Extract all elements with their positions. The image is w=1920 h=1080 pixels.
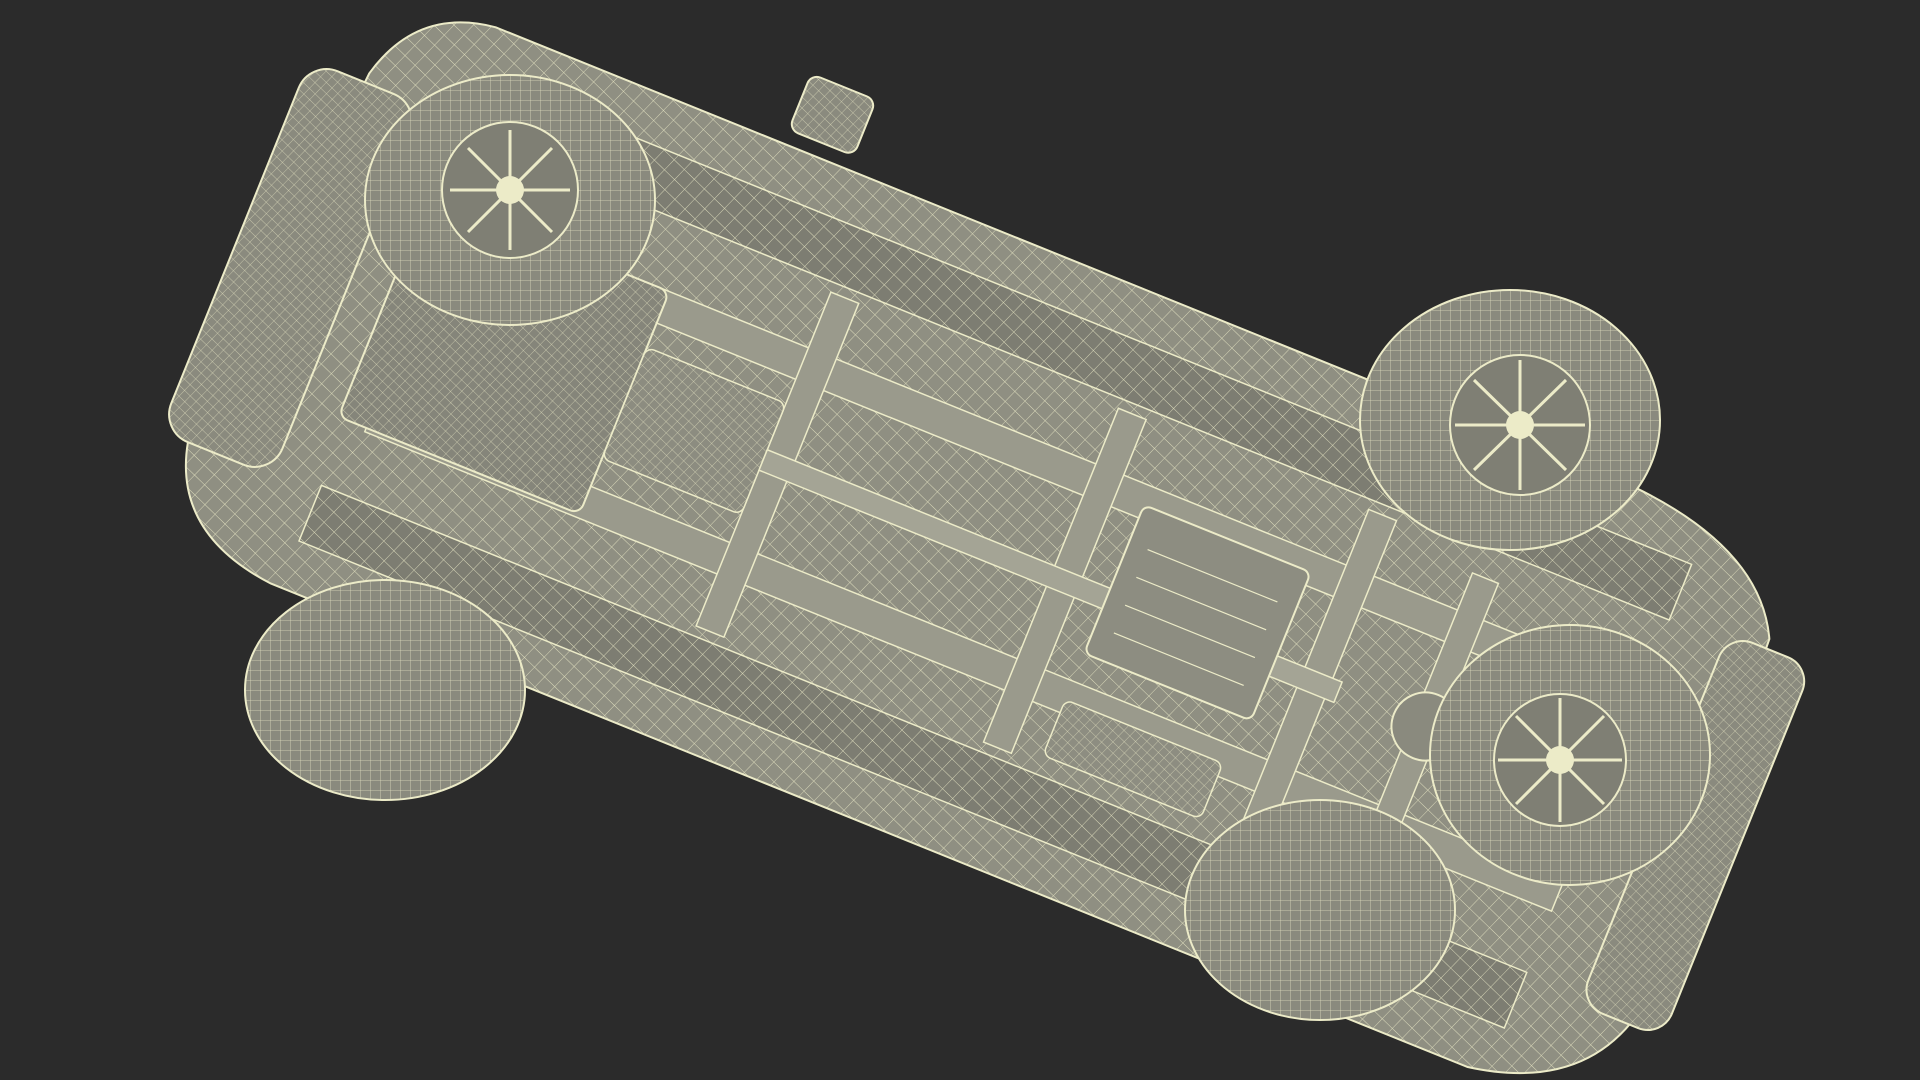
wheel-front-right bbox=[244, 579, 526, 801]
vehicle-wireframe-render bbox=[168, 21, 1806, 1074]
wheel-front-left bbox=[364, 74, 656, 326]
wheel-rear-left bbox=[1359, 289, 1661, 551]
render-viewport bbox=[0, 0, 1920, 1080]
wheel-rear-right-inner bbox=[1184, 799, 1456, 1021]
wheel-rear-right bbox=[1429, 624, 1711, 886]
